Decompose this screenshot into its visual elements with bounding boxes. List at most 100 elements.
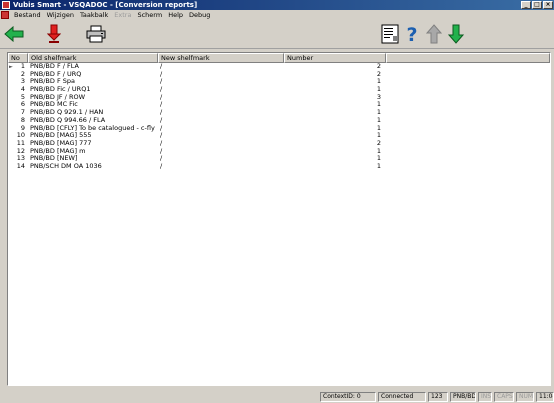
grid-header: No Old shelfmark New shelfmark Number [8, 53, 550, 63]
menu-taakbalk[interactable]: Taakbalk [77, 10, 111, 20]
cell-no: 6 [20, 101, 25, 109]
cell-new-shelfmark: / [160, 78, 163, 86]
cell-number: 1 [376, 155, 381, 163]
app-icon [2, 1, 10, 9]
title-bar: Vubis Smart - VSQADOC - [Conversion repo… [0, 0, 554, 10]
cell-number: 1 [376, 147, 381, 155]
cell-number: 1 [376, 101, 381, 109]
cell-number: 2 [376, 139, 381, 147]
menu-help[interactable]: Help [165, 10, 186, 20]
maximize-button[interactable]: □ [532, 1, 542, 9]
document-system-icon[interactable] [1, 11, 9, 19]
cell-number: 2 [376, 63, 381, 70]
status-connection: Connected [378, 392, 426, 402]
cell-no: 7 [20, 109, 25, 117]
move-down-button[interactable] [444, 22, 468, 46]
cell-number: 1 [376, 86, 381, 94]
status-ins: INS [478, 392, 492, 402]
status-caps: CAPS [494, 392, 514, 402]
cell-no: 12 [16, 147, 25, 155]
cell-no: 5 [20, 93, 25, 101]
cell-no: 8 [20, 116, 25, 124]
back-arrow-icon [4, 26, 24, 42]
window-controls: _ □ × [521, 1, 553, 9]
cell-no: 2 [20, 70, 25, 78]
back-button[interactable] [2, 22, 26, 46]
cell-new-shelfmark: / [160, 93, 163, 101]
cell-old-shelfmark: PNB/BD F / URQ [30, 70, 82, 78]
menu-wijzigen[interactable]: Wijzigen [44, 10, 77, 20]
cell-old-shelfmark: PNB/BD JF / ROW [30, 93, 85, 101]
cell-old-shelfmark: PNB/BD [MAG] 777 [30, 139, 92, 147]
minimize-button[interactable]: _ [521, 1, 531, 9]
table-row[interactable]: 5 PNB/BD JF / ROW / 3 [8, 94, 550, 102]
printer-icon [86, 25, 106, 43]
cell-no: 10 [16, 132, 25, 140]
cell-old-shelfmark: PNB/BD [MAG] 555 [30, 132, 92, 140]
cell-no: 1 [20, 63, 25, 70]
up-arrow-icon [426, 24, 442, 44]
move-up-button[interactable] [422, 22, 446, 46]
table-row[interactable]: 14 PNB/SCH DM OA 1036 / 1 [8, 163, 550, 171]
table-row[interactable]: 10 PNB/BD [MAG] 555 / 1 [8, 132, 550, 140]
window-title: Vubis Smart - VSQADOC - [Conversion repo… [13, 1, 198, 9]
cell-old-shelfmark: PNB/BD [NEW] [30, 155, 78, 163]
status-location: PNB/BD [450, 392, 476, 402]
close-button[interactable]: × [543, 1, 553, 9]
cell-new-shelfmark: / [160, 147, 163, 155]
cell-new-shelfmark: / [160, 155, 163, 163]
cell-old-shelfmark: PNB/BD Fic / URQ1 [30, 86, 91, 94]
status-code: 123 [428, 392, 448, 402]
help-question-icon: ? [406, 24, 417, 44]
print-button[interactable] [84, 22, 108, 46]
menu-debug[interactable]: Debug [186, 10, 213, 20]
cell-number: 1 [376, 162, 381, 170]
table-row[interactable]: 4 PNB/BD Fic / URQ1 / 1 [8, 86, 550, 94]
menu-bestand[interactable]: Bestand [11, 10, 44, 20]
cell-no: 3 [20, 78, 25, 86]
cell-new-shelfmark: / [160, 124, 163, 132]
column-header-no[interactable]: No [8, 53, 28, 63]
cell-number: 1 [376, 78, 381, 86]
column-header-number[interactable]: Number [284, 53, 386, 63]
cell-new-shelfmark: / [160, 70, 163, 78]
table-row[interactable]: 7 PNB/BD Q 929.1 / HAN / 1 [8, 109, 550, 117]
cell-new-shelfmark: / [160, 139, 163, 147]
help-button[interactable]: ? [400, 22, 424, 46]
cell-new-shelfmark: / [160, 116, 163, 124]
cell-new-shelfmark: / [160, 101, 163, 109]
menu-bar: Bestand Wijzigen Taakbalk Extra Scherm H… [0, 10, 554, 20]
table-row[interactable]: 1 PNB/BD F / FLA / 2 [8, 63, 550, 71]
cell-old-shelfmark: PNB/BD F / FLA [30, 63, 79, 70]
down-arrow-icon [448, 24, 464, 44]
table-row[interactable]: 3 PNB/BD F Spa / 1 [8, 78, 550, 86]
download-button[interactable] [42, 22, 66, 46]
table-row[interactable]: 8 PNB/BD Q 994.66 / FLA / 1 [8, 117, 550, 125]
cell-number: 1 [376, 124, 381, 132]
cell-new-shelfmark: / [160, 63, 163, 70]
table-row[interactable]: 13 PNB/BD [NEW] / 1 [8, 155, 550, 163]
grid-rows: 1 PNB/BD F / FLA/2 2 PNB/BD F / URQ/2 3 PNB/B… [8, 63, 550, 171]
conversion-report-grid[interactable]: No Old shelfmark New shelfmark Number ► … [7, 52, 551, 386]
cell-new-shelfmark: / [160, 162, 163, 170]
cell-old-shelfmark: PNB/BD [CFLY] To be catalogued - c-fly [30, 124, 155, 132]
cell-old-shelfmark: PNB/BD Q 929.1 / HAN [30, 109, 104, 117]
cell-no: 9 [20, 124, 25, 132]
cell-new-shelfmark: / [160, 132, 163, 140]
menu-scherm[interactable]: Scherm [134, 10, 165, 20]
cell-no: 13 [16, 155, 25, 163]
column-header-new-shelfmark[interactable]: New shelfmark [158, 53, 284, 63]
table-row[interactable]: 11 PNB/BD [MAG] 777 / 2 [8, 140, 550, 148]
cell-number: 1 [376, 116, 381, 124]
table-row[interactable]: 12 PNB/BD [MAG] m / 1 [8, 148, 550, 156]
table-row[interactable]: 9 PNB/BD [CFLY] To be catalogued - c-fly /… [8, 125, 550, 133]
column-header-old-shelfmark[interactable]: Old shelfmark [28, 53, 158, 63]
table-row[interactable]: 6 PNB/BD MC Fic / 1 [8, 101, 550, 109]
form-button[interactable] [378, 22, 402, 46]
cell-new-shelfmark: / [160, 109, 163, 117]
table-row[interactable]: 2 PNB/BD F / URQ / 2 [8, 71, 550, 79]
cell-number: 1 [376, 132, 381, 140]
cell-old-shelfmark: PNB/SCH DM OA 1036 [30, 162, 102, 170]
menu-extra[interactable]: Extra [111, 10, 134, 20]
cell-old-shelfmark: PNB/BD MC Fic [30, 101, 78, 109]
